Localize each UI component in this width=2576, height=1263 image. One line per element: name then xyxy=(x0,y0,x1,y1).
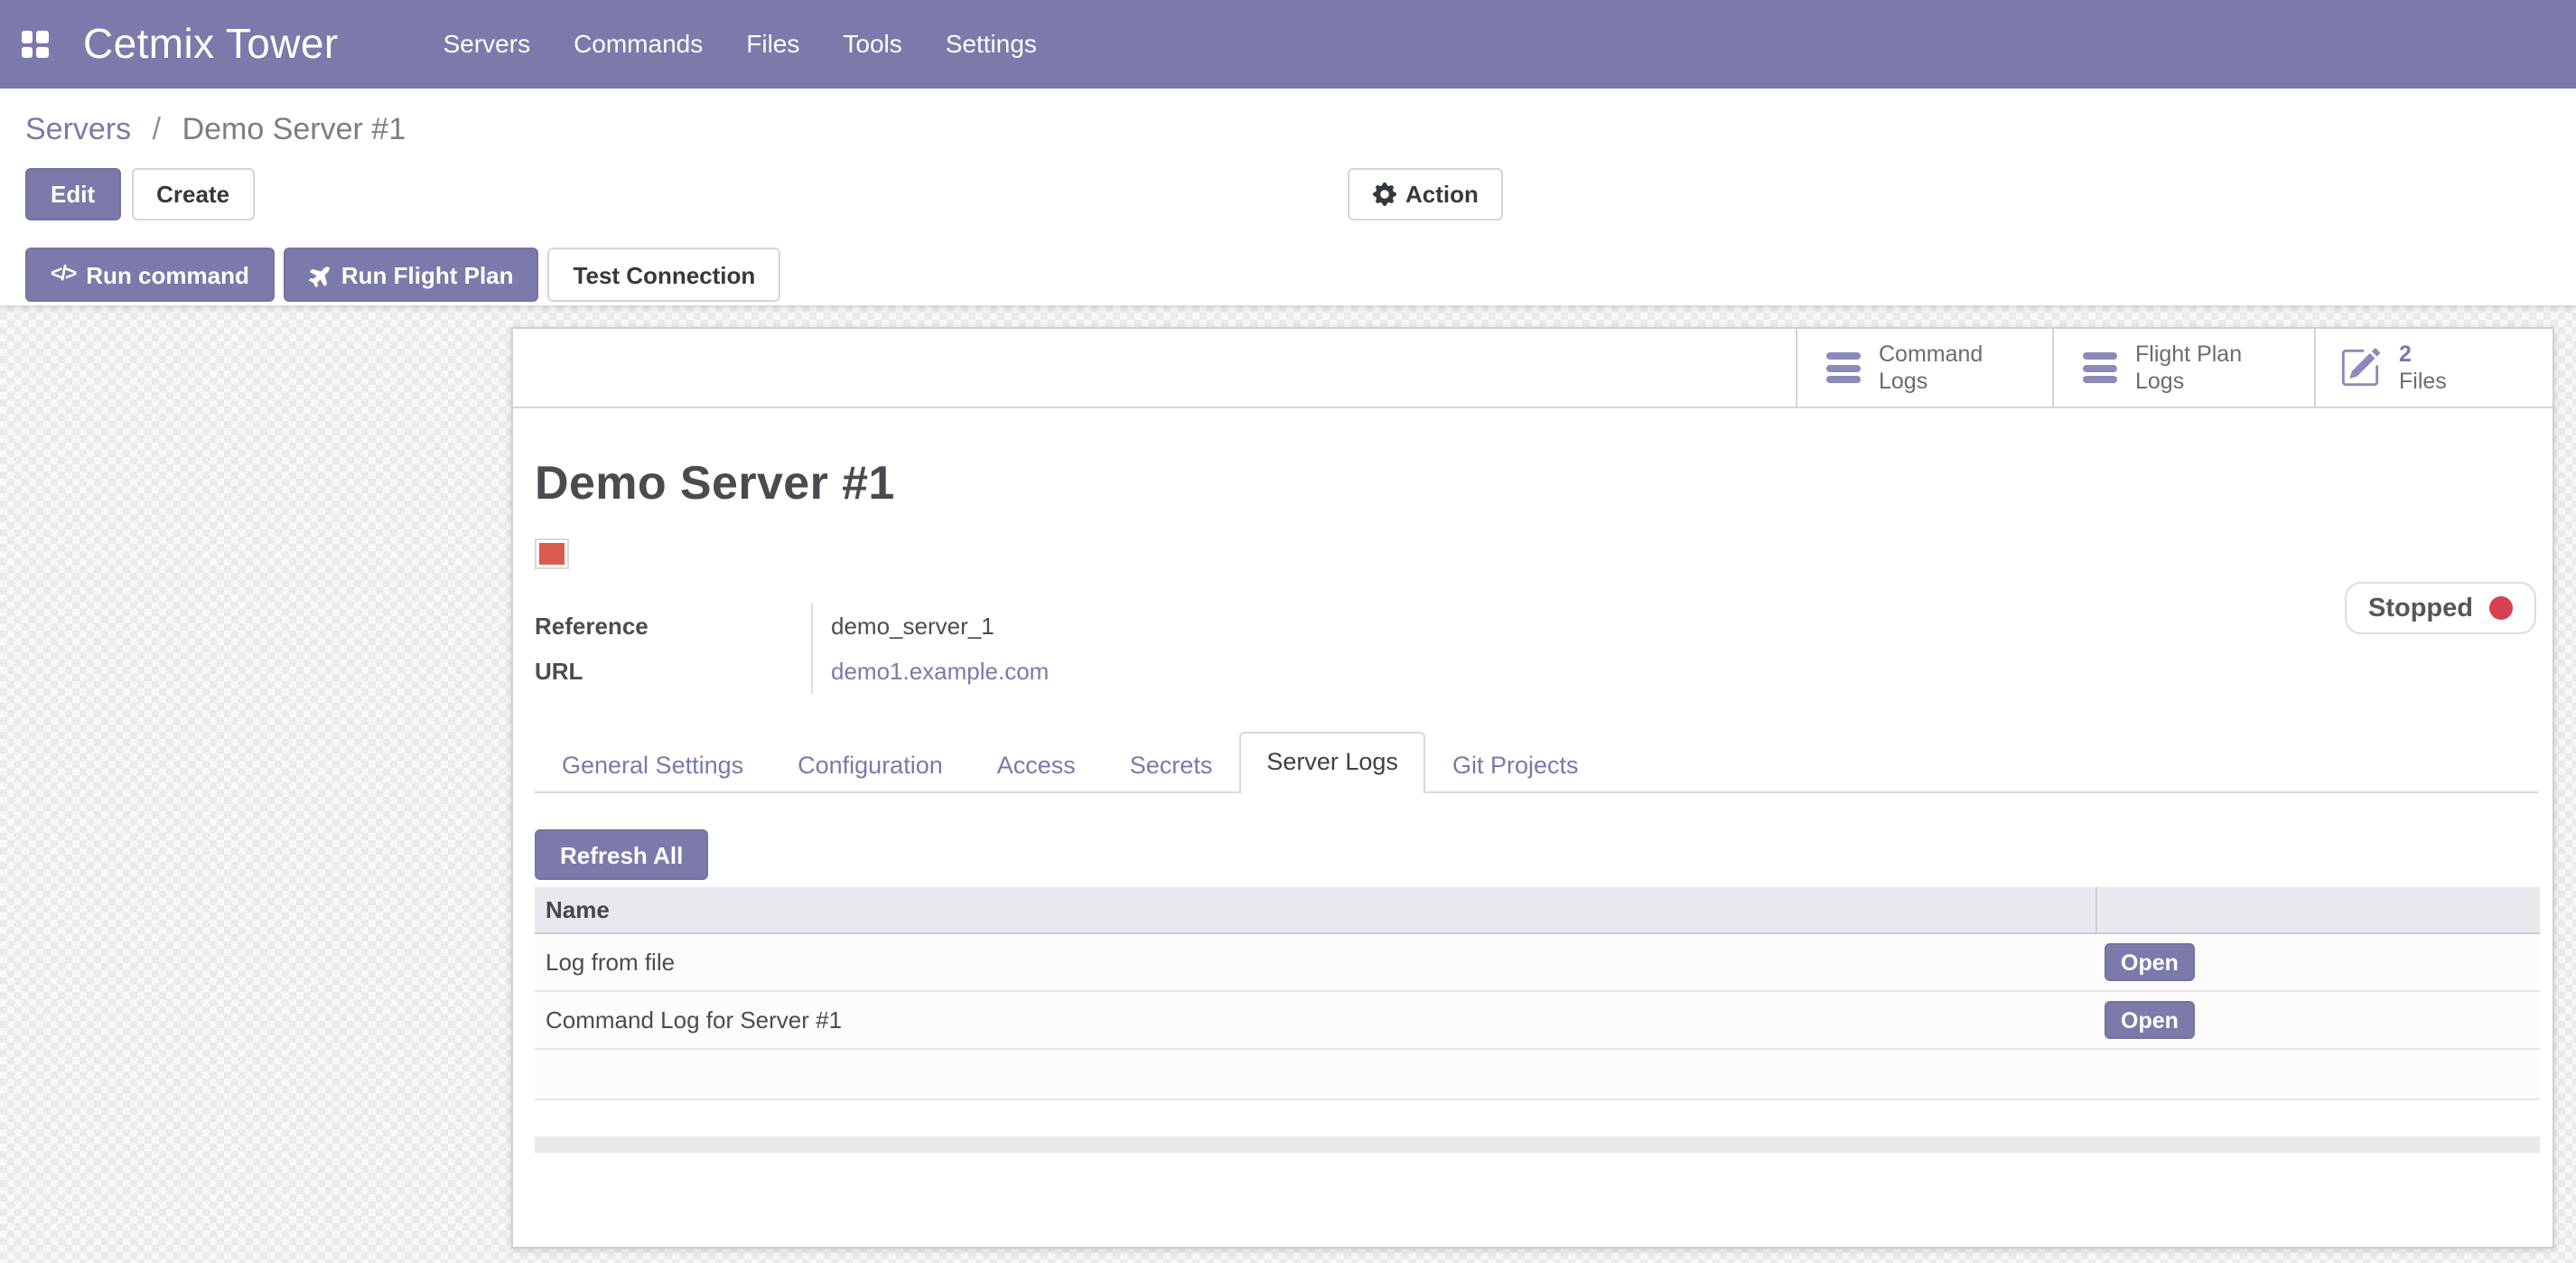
plane-icon xyxy=(303,258,337,292)
app-brand[interactable]: Cetmix Tower xyxy=(83,20,339,69)
stat-button-strip: Command Logs Flight Plan Logs 2 Files xyxy=(513,329,2553,408)
stat-button-command-logs[interactable]: Command Logs xyxy=(1796,329,2052,407)
menu-item-tools[interactable]: Tools xyxy=(821,0,923,89)
server-url-link[interactable]: demo1.example.com xyxy=(831,658,1049,685)
run-flight-plan-label: Run Flight Plan xyxy=(341,261,514,288)
log-name: Command Log for Server #1 xyxy=(535,1006,2095,1034)
stat-button-files[interactable]: 2 Files xyxy=(2314,329,2553,407)
list-icon xyxy=(2083,352,2117,383)
stat-flight-plan-logs-line1: Flight Plan xyxy=(2135,341,2242,366)
tab-general-settings[interactable]: General Settings xyxy=(535,737,770,791)
menu-item-commands[interactable]: Commands xyxy=(552,0,724,89)
tab-git-projects[interactable]: Git Projects xyxy=(1425,737,1606,791)
files-count: 2 xyxy=(2399,341,2412,366)
table-header-row: Name xyxy=(535,887,2540,934)
field-group: Reference demo_server_1 URL demo1.exampl… xyxy=(535,603,2538,694)
form-view-background: Command Logs Flight Plan Logs 2 Files xyxy=(0,305,2576,1263)
create-button[interactable]: Create xyxy=(131,168,255,220)
edit-square-icon xyxy=(2339,347,2381,388)
server-tag-color-swatch[interactable] xyxy=(535,538,569,569)
form-sheet: Command Logs Flight Plan Logs 2 Files xyxy=(511,327,2554,1249)
tab-access[interactable]: Access xyxy=(970,737,1103,791)
status-dot-icon xyxy=(2489,596,2513,620)
stat-files-label: Files xyxy=(2399,368,2447,393)
server-title: Demo Server #1 xyxy=(535,455,2538,511)
tab-server-logs[interactable]: Server Logs xyxy=(1239,732,1425,793)
stat-command-logs-line1: Command xyxy=(1879,341,1983,366)
breadcrumb-current: Demo Server #1 xyxy=(182,112,406,146)
tab-secrets[interactable]: Secrets xyxy=(1103,737,1240,791)
edit-button[interactable]: Edit xyxy=(25,168,120,220)
action-menu-label: Action xyxy=(1405,181,1479,208)
breadcrumb-separator: / xyxy=(153,112,161,146)
record-buttons: Edit Create xyxy=(25,168,255,220)
open-log-button[interactable]: Open xyxy=(2105,1001,2195,1039)
stat-command-logs-line2: Logs xyxy=(1879,368,1927,393)
open-log-button[interactable]: Open xyxy=(2105,943,2195,981)
table-row[interactable]: Log from file Open xyxy=(535,934,2540,992)
field-label-url: URL xyxy=(535,658,811,685)
action-menu-button[interactable]: Action xyxy=(1348,168,1504,220)
run-flight-plan-button[interactable]: Run Flight Plan xyxy=(284,248,539,302)
menu-item-files[interactable]: Files xyxy=(724,0,821,89)
status-label: Stopped xyxy=(2368,594,2473,622)
column-header-name[interactable]: Name xyxy=(535,896,2095,923)
server-status-badge: Stopped xyxy=(2345,582,2536,634)
table-row[interactable]: Command Log for Server #1 Open xyxy=(535,992,2540,1050)
breadcrumb: Servers / Demo Server #1 xyxy=(25,112,406,148)
code-icon: </> xyxy=(51,264,75,285)
server-logs-table: Name Log from file Open Command Log for … xyxy=(535,887,2540,1100)
field-value-url: demo1.example.com xyxy=(811,649,1049,694)
tab-configuration[interactable]: Configuration xyxy=(770,737,970,791)
run-command-button[interactable]: </> Run command xyxy=(25,248,275,302)
field-value-reference: demo_server_1 xyxy=(811,603,994,649)
stat-flight-plan-logs-line2: Logs xyxy=(2135,368,2184,393)
apps-grid-icon xyxy=(21,31,48,58)
field-label-reference: Reference xyxy=(535,613,811,640)
top-navbar: Cetmix Tower Servers Commands Files Tool… xyxy=(0,0,2576,89)
run-command-label: Run command xyxy=(86,261,249,288)
refresh-all-button[interactable]: Refresh All xyxy=(535,829,708,880)
log-name: Log from file xyxy=(535,949,2095,976)
menu-item-servers[interactable]: Servers xyxy=(422,0,552,89)
gear-icon xyxy=(1373,182,1396,206)
server-quick-actions: </> Run command Run Flight Plan Test Con… xyxy=(25,248,780,302)
main-menu: Servers Commands Files Tools Settings xyxy=(422,0,1059,89)
notebook-tabs: General Settings Configuration Access Se… xyxy=(535,734,2538,793)
column-header-actions xyxy=(2095,887,2540,932)
field-row-reference: Reference demo_server_1 xyxy=(535,603,2538,649)
test-connection-button[interactable]: Test Connection xyxy=(548,248,781,302)
control-panel: Servers / Demo Server #1 Edit Create Act… xyxy=(0,89,2576,305)
breadcrumb-servers-link[interactable]: Servers xyxy=(25,112,131,146)
stat-button-flight-plan-logs[interactable]: Flight Plan Logs xyxy=(2052,329,2314,407)
list-icon xyxy=(1826,352,1861,383)
server-logs-tab-content: Refresh All Name Log from file Open xyxy=(535,829,2538,1153)
table-empty-row xyxy=(535,1050,2540,1100)
apps-menu-button[interactable] xyxy=(4,0,65,89)
field-row-url: URL demo1.example.com xyxy=(535,649,2538,694)
menu-item-settings[interactable]: Settings xyxy=(924,0,1059,89)
sheet-body: Demo Server #1 Stopped Reference demo_se… xyxy=(513,455,2553,1153)
app-window: Cetmix Tower Servers Commands Files Tool… xyxy=(0,0,2576,1263)
table-footer-bar xyxy=(535,1137,2540,1153)
